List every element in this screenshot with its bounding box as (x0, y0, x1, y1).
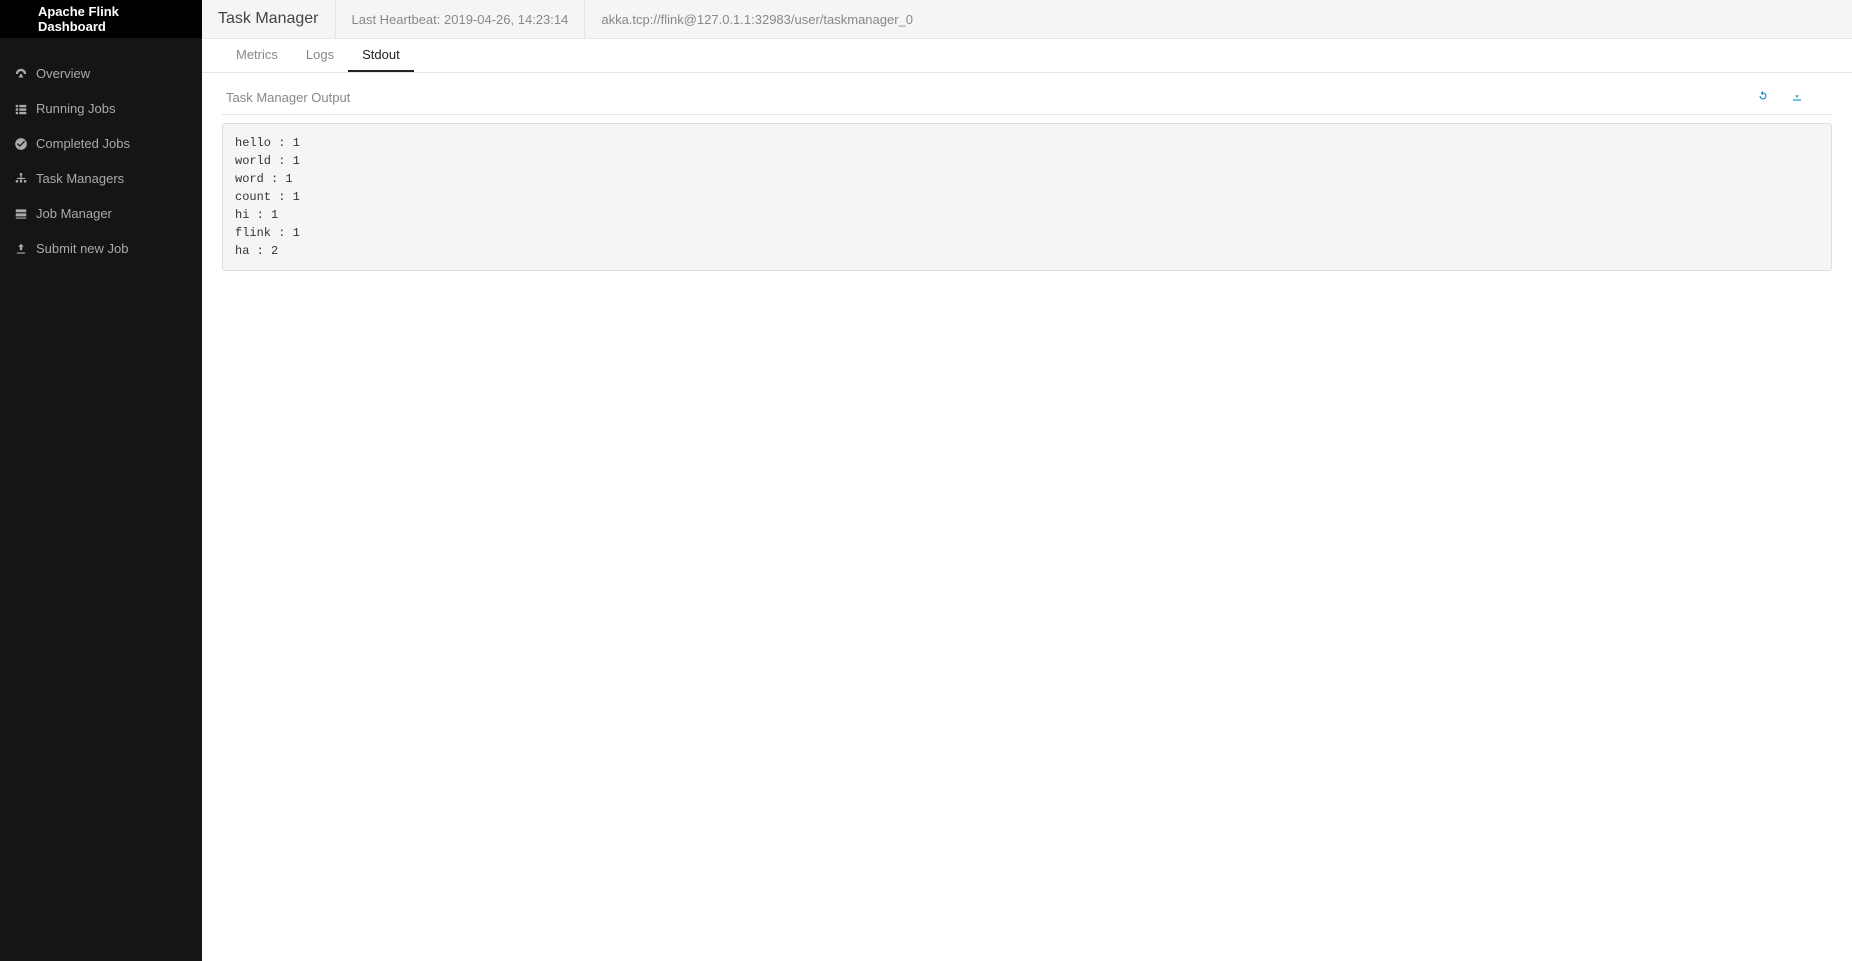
brand-title: Apache Flink Dashboard (38, 4, 190, 34)
tab-logs[interactable]: Logs (292, 39, 348, 72)
sidebar-item-label: Running Jobs (36, 101, 116, 116)
sidebar-item-job-manager[interactable]: Job Manager (0, 196, 202, 231)
brand[interactable]: Apache Flink Dashboard (0, 0, 202, 38)
flink-logo-icon (12, 10, 30, 28)
sidebar-item-label: Task Managers (36, 171, 124, 186)
heartbeat: Last Heartbeat: 2019-04-26, 14:23:14 (336, 0, 586, 38)
download-icon (1790, 89, 1804, 106)
refresh-icon (1756, 89, 1770, 106)
sidebar-item-task-managers[interactable]: Task Managers (0, 161, 202, 196)
sidebar-item-completed-jobs[interactable]: Completed Jobs (0, 126, 202, 161)
download-button[interactable] (1790, 89, 1804, 106)
section-header: Task Manager Output (222, 85, 1832, 115)
sidebar-item-label: Overview (36, 66, 90, 81)
main: Task Manager Last Heartbeat: 2019-04-26,… (202, 0, 1852, 961)
tabs: Metrics Logs Stdout (202, 39, 1852, 73)
stdout-output: hello : 1 world : 1 word : 1 count : 1 h… (222, 123, 1832, 271)
refresh-button[interactable] (1756, 89, 1770, 106)
tab-metrics[interactable]: Metrics (222, 39, 292, 72)
sidebar-item-submit-job[interactable]: Submit new Job (0, 231, 202, 266)
heartbeat-value: 2019-04-26, 14:23:14 (444, 12, 568, 27)
sidebar-item-label: Submit new Job (36, 241, 129, 256)
sidebar-item-label: Completed Jobs (36, 136, 130, 151)
check-circle-icon (14, 137, 28, 151)
sidebar: Apache Flink Dashboard Overview Running … (0, 0, 202, 961)
list-icon (14, 102, 28, 116)
heartbeat-label: Last Heartbeat: (352, 12, 441, 27)
sitemap-icon (14, 172, 28, 186)
tab-stdout[interactable]: Stdout (348, 39, 414, 72)
sidebar-item-label: Job Manager (36, 206, 112, 221)
sidebar-item-overview[interactable]: Overview (0, 56, 202, 91)
server-icon (14, 207, 28, 221)
content: Task Manager Output hello : 1 world : 1 … (202, 73, 1852, 291)
section-title: Task Manager Output (226, 90, 350, 105)
taskmanager-path: akka.tcp://flink@127.0.1.1:32983/user/ta… (585, 0, 929, 38)
sidebar-nav: Overview Running Jobs Completed Jobs Tas… (0, 38, 202, 266)
page-header: Task Manager Last Heartbeat: 2019-04-26,… (202, 0, 1852, 39)
upload-icon (14, 242, 28, 256)
section-actions (1756, 89, 1832, 106)
dashboard-icon (14, 67, 28, 81)
sidebar-item-running-jobs[interactable]: Running Jobs (0, 91, 202, 126)
page-title: Task Manager (202, 0, 336, 38)
